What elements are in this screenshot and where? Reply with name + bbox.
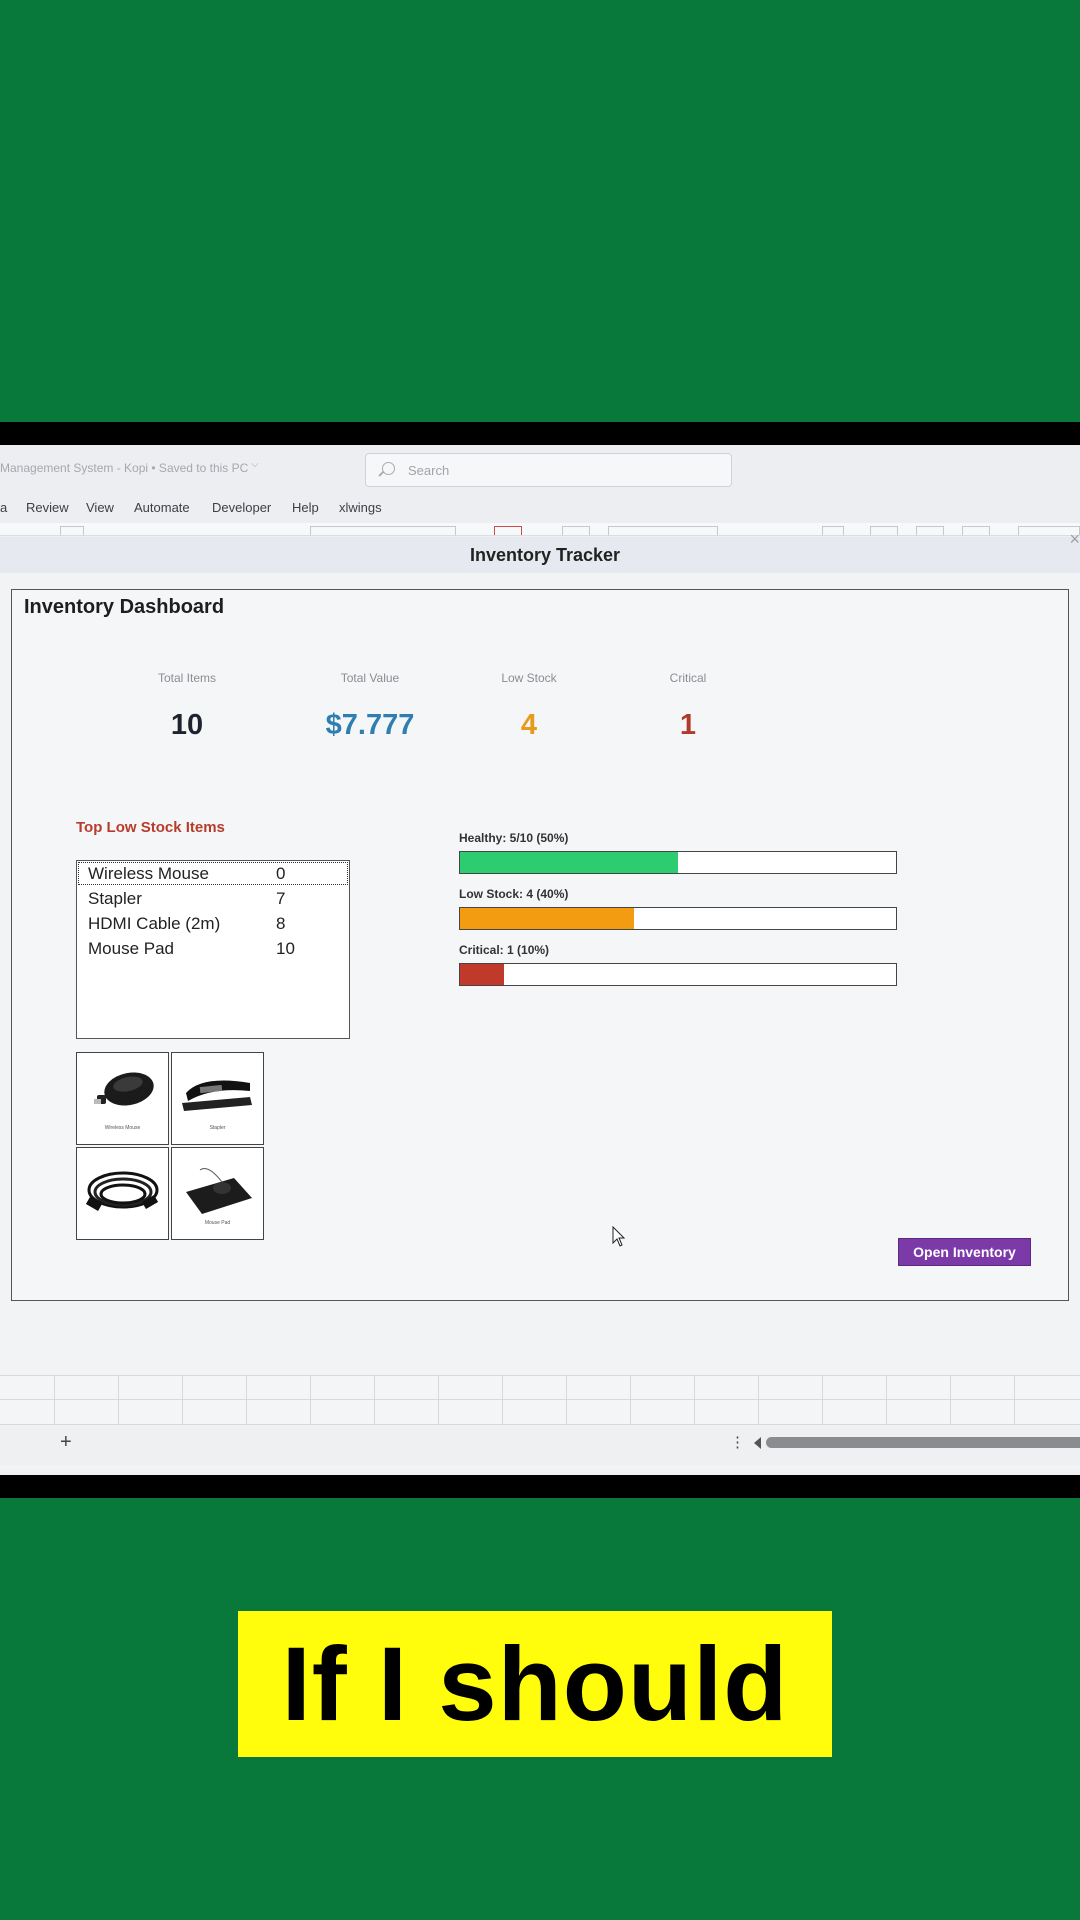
menu-tab-xlwings[interactable]: xlwings xyxy=(339,500,382,515)
list-item[interactable]: Wireless Mouse 0 xyxy=(77,861,349,886)
excel-screen: Management System - Kopi • Saved to this… xyxy=(0,445,1080,1475)
bar-fill-critical xyxy=(460,964,504,985)
menu-tab-view[interactable]: View xyxy=(86,500,114,515)
ribbon-button[interactable] xyxy=(494,526,522,535)
menu-tab-help[interactable]: Help xyxy=(292,500,319,515)
item-name: HDMI Cable (2m) xyxy=(88,914,221,933)
thumbnail-hdmi-cable[interactable] xyxy=(76,1147,169,1240)
search-box[interactable] xyxy=(365,453,732,487)
kpi-label: Critical xyxy=(669,671,707,685)
ribbon-dropdown[interactable] xyxy=(310,526,456,535)
search-icon xyxy=(382,462,395,475)
mouse-cursor-icon xyxy=(612,1226,626,1247)
item-qty: 0 xyxy=(276,864,286,883)
bar-critical xyxy=(459,963,897,986)
thumbnail-mouse-pad[interactable]: Mouse Pad xyxy=(171,1147,264,1240)
bar-fill-healthy xyxy=(460,852,678,873)
add-sheet-button[interactable]: + xyxy=(60,1431,72,1454)
list-item[interactable]: Mouse Pad 10 xyxy=(77,936,349,961)
item-name: Mouse Pad xyxy=(88,939,174,958)
ribbon-button[interactable] xyxy=(962,526,990,535)
list-item[interactable]: HDMI Cable (2m) 8 xyxy=(77,911,349,936)
kpi-value: 10 xyxy=(170,709,204,741)
menu-tab-developer[interactable]: Developer xyxy=(212,500,271,515)
bar-fill-low-stock xyxy=(460,908,635,929)
sheet-grid[interactable] xyxy=(0,1375,1080,1425)
title-bar: Management System - Kopi • Saved to this… xyxy=(0,445,1080,495)
kpi-total-value: Total Value $7.777 xyxy=(290,671,450,742)
item-name: Wireless Mouse xyxy=(88,864,209,883)
kpi-critical: Critical 1 xyxy=(608,671,768,742)
bar-label-critical: Critical: 1 (10%) xyxy=(459,943,550,957)
kpi-value: $7.777 xyxy=(325,709,415,741)
more-options-icon[interactable]: ⋮ xyxy=(730,1433,745,1451)
ribbon-dropdown[interactable] xyxy=(608,526,718,535)
sheet-tab-bar: + ⋮ xyxy=(0,1425,1080,1465)
dialog-header: Inventory Tracker × xyxy=(0,529,1080,573)
thumbnail-stapler[interactable]: Stapler xyxy=(171,1052,264,1145)
bar-low-stock xyxy=(459,907,897,930)
menu-tab-automate[interactable]: Automate xyxy=(134,500,190,515)
ribbon-button[interactable] xyxy=(60,526,84,535)
ribbon-button[interactable] xyxy=(916,526,944,535)
ribbon-button[interactable] xyxy=(870,526,898,535)
chevron-down-icon[interactable]: ⌵ xyxy=(251,459,259,470)
open-inventory-button[interactable]: Open Inventory xyxy=(898,1238,1031,1266)
kpi-low-stock: Low Stock 4 xyxy=(449,671,609,742)
kpi-value: 4 xyxy=(520,709,538,741)
kpi-label: Low Stock xyxy=(501,671,557,685)
bottom-black-band xyxy=(0,1475,1080,1498)
kpi-total-items: Total Items 10 xyxy=(107,671,267,742)
list-item[interactable]: Stapler 7 xyxy=(77,886,349,911)
search-input[interactable] xyxy=(406,460,710,480)
document-title: Management System - Kopi • Saved to this… xyxy=(0,461,249,475)
bar-label-healthy: Healthy: 5/10 (50%) xyxy=(459,831,569,845)
dashboard-panel: Inventory Dashboard Total Items 10 Total… xyxy=(11,589,1069,1301)
menu-tab-review[interactable]: Review xyxy=(26,500,69,515)
item-qty: 7 xyxy=(276,889,286,908)
ribbon-button[interactable] xyxy=(562,526,590,535)
thumbnail-caption: Mouse Pad xyxy=(204,1220,231,1226)
low-stock-listbox[interactable]: Wireless Mouse 0 Stapler 7 HDMI Cable (2… xyxy=(76,860,350,1039)
ribbon-menu: a Review View Automate Developer Help xl… xyxy=(0,495,1080,523)
close-icon[interactable]: × xyxy=(1069,529,1080,550)
hdmi-cable-image xyxy=(85,1171,159,1211)
scroll-left-icon[interactable] xyxy=(754,1437,761,1449)
inventory-tracker-dialog: Inventory Tracker × Inventory Dashboard … xyxy=(0,529,1080,1472)
top-black-band xyxy=(0,422,1080,445)
thumbnail-caption: Stapler xyxy=(209,1125,226,1131)
dashboard-title: Inventory Dashboard xyxy=(24,596,225,618)
thumbnail-caption: Wireless Mouse xyxy=(104,1125,141,1131)
kpi-value: 1 xyxy=(679,709,697,741)
item-name: Stapler xyxy=(88,889,142,908)
thumbnail-wireless-mouse[interactable]: Wireless Mouse xyxy=(76,1052,169,1145)
item-qty: 10 xyxy=(276,939,295,958)
low-stock-title: Top Low Stock Items xyxy=(76,819,225,836)
ribbon-toolbar xyxy=(0,523,1080,536)
kpi-label: Total Value xyxy=(340,671,400,685)
menu-tab-data[interactable]: a xyxy=(0,500,7,515)
caption-text: If I should xyxy=(281,1626,789,1743)
horizontal-scrollbar[interactable] xyxy=(766,1437,1080,1448)
kpi-label: Total Items xyxy=(157,671,217,685)
ribbon-button[interactable] xyxy=(822,526,844,535)
item-qty: 8 xyxy=(276,914,286,933)
bar-label-low-stock: Low Stock: 4 (40%) xyxy=(459,887,569,901)
dialog-title: Inventory Tracker xyxy=(469,545,621,565)
video-caption: If I should xyxy=(238,1611,832,1757)
bar-healthy xyxy=(459,851,897,874)
